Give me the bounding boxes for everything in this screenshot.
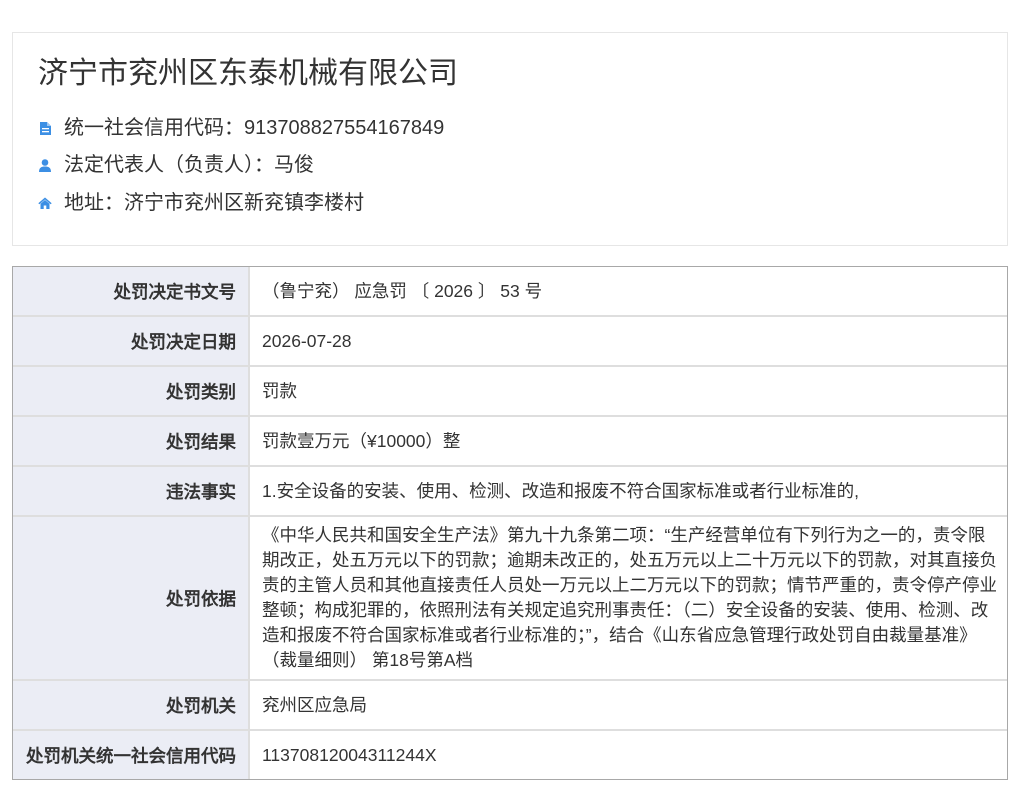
address-value: 济宁市兖州区新兖镇李楼村 <box>124 192 364 214</box>
row-label-penalty-type: 处罚类别 <box>13 367 250 415</box>
legal-rep-label: 法定代表人（负责人）： <box>64 154 274 176</box>
legal-rep-line: 法定代表人（负责人）： 马俊 <box>38 152 314 178</box>
table-row: 处罚依据 《中华人民共和国安全生产法》第九十九条第二项：“生产经营单位有下列行为… <box>13 515 1007 679</box>
table-row: 违法事实 1.安全设备的安装、使用、检测、改造和报废不符合国家标准或者行业标准的… <box>13 465 1007 515</box>
credit-code-label: 统一社会信用代码： <box>64 117 244 139</box>
row-label-penalty-result: 处罚结果 <box>13 417 250 465</box>
row-label-decision-date: 处罚决定日期 <box>13 317 250 365</box>
table-row: 处罚机关统一社会信用代码 11370812004311244X <box>13 729 1007 779</box>
row-label-penalty-authority: 处罚机关 <box>13 681 250 729</box>
row-value-penalty-authority: 兖州区应急局 <box>262 694 367 715</box>
address-label: 地址： <box>64 192 124 214</box>
row-label-decision-number: 处罚决定书文号 <box>13 267 250 315</box>
row-label-violation-facts: 违法事实 <box>13 467 250 515</box>
table-row: 处罚决定日期 2026-07-28 <box>13 315 1007 365</box>
company-name: 济宁市兖州区东泰机械有限公司 <box>38 57 458 90</box>
row-label-authority-credit-code: 处罚机关统一社会信用代码 <box>13 731 250 779</box>
home-icon <box>38 196 52 210</box>
row-value-penalty-type: 罚款 <box>262 380 297 401</box>
document-icon <box>38 121 52 135</box>
row-value-violation-facts: 1.安全设备的安装、使用、检测、改造和报废不符合国家标准或者行业标准的, <box>262 480 859 501</box>
credit-code-value: 913708827554167849 <box>244 117 445 139</box>
table-row: 处罚机关 兖州区应急局 <box>13 679 1007 729</box>
address-line: 地址： 济宁市兖州区新兖镇李楼村 <box>38 190 364 216</box>
table-row: 处罚决定书文号 （鲁宁兖） 应急罚 〔 2026 〕 53 号 <box>13 267 1007 315</box>
row-value-decision-number: （鲁宁兖） 应急罚 〔 2026 〕 53 号 <box>262 280 543 301</box>
user-icon <box>38 158 52 172</box>
penalty-info-table: 处罚决定书文号 （鲁宁兖） 应急罚 〔 2026 〕 53 号 处罚决定日期 2… <box>12 266 1008 780</box>
table-row: 处罚结果 罚款壹万元（¥10000）整 <box>13 415 1007 465</box>
legal-rep-value: 马俊 <box>274 154 314 176</box>
table-row: 处罚类别 罚款 <box>13 365 1007 415</box>
row-value-decision-date: 2026-07-28 <box>262 330 352 351</box>
row-value-penalty-basis: 《中华人民共和国安全生产法》第九十九条第二项：“生产经营单位有下列行为之一的，责… <box>262 525 997 670</box>
credit-code-line: 统一社会信用代码： 913708827554167849 <box>38 115 444 141</box>
row-value-authority-credit-code: 11370812004311244X <box>262 744 437 765</box>
row-label-penalty-basis: 处罚依据 <box>13 517 250 679</box>
row-value-penalty-result: 罚款壹万元（¥10000）整 <box>262 430 461 451</box>
company-card: 济宁市兖州区东泰机械有限公司 统一社会信用代码： 9137088275541678… <box>12 32 1008 246</box>
